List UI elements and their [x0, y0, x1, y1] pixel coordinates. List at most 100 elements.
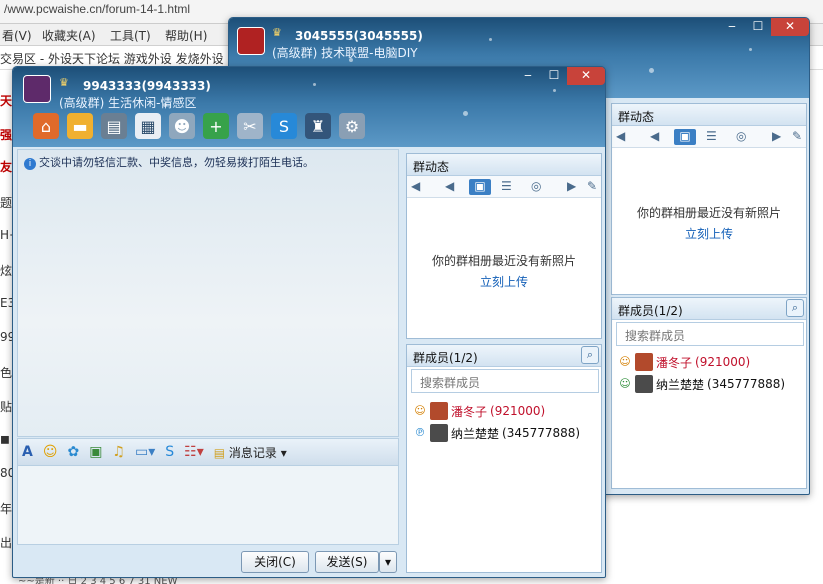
- front-chat-window[interactable]: ♛ 9943333(9943333) (高级群) 生活休闲-情感区 ‒ ☐ ✕ …: [12, 66, 606, 578]
- add-app-icon[interactable]: +: [203, 113, 229, 139]
- send-options-icon[interactable]: ▾: [379, 551, 397, 573]
- back-group-news-panel: 群动态 ◀ ◀ ▣ ☰ ◎ ▶ ✎ 你的群相册最近没有新照片 立刻上传: [611, 103, 807, 295]
- owner-icon: ☺: [619, 355, 631, 368]
- front-member-search-input[interactable]: 搜索群成员: [411, 369, 599, 393]
- member-name: 潘冬子: [656, 355, 693, 370]
- screenshot-icon[interactable]: ▭▾: [135, 444, 155, 460]
- message-input[interactable]: [17, 465, 399, 545]
- target-icon[interactable]: ◎: [736, 129, 746, 143]
- emoji-icon[interactable]: ✿: [67, 444, 79, 460]
- people-icon[interactable]: ☻: [169, 113, 195, 139]
- minimize-icon[interactable]: ‒: [515, 67, 541, 85]
- member-id: (345777888): [502, 426, 581, 440]
- back-empty-photos-text: 你的群相册最近没有新照片: [636, 206, 781, 220]
- main-toolbar: ⌂ ▬ ▤ ▦ ☻ + ✂ S ♜ ⚙: [33, 113, 365, 143]
- front-group-avatar[interactable]: [23, 75, 51, 103]
- front-group-news-tabs: ◀ ◀ ▣ ☰ ◎ ▶ ✎: [407, 176, 601, 198]
- crown-icon: ♛: [59, 76, 69, 89]
- maximize-icon[interactable]: ☐: [745, 18, 771, 36]
- log-icon: ▤: [213, 445, 226, 460]
- message-log-button[interactable]: ▤ 消息记录 ▾: [214, 444, 287, 461]
- front-window-controls: ‒ ☐ ✕: [515, 67, 605, 85]
- back-member-search-input[interactable]: 搜索群成员: [616, 322, 804, 346]
- prev-icon[interactable]: ◀: [616, 129, 625, 143]
- wrench-icon[interactable]: ✎: [792, 129, 802, 143]
- front-group-news-title: 群动态: [407, 154, 601, 176]
- font-icon[interactable]: A: [22, 444, 33, 460]
- member-name: 潘冬子: [451, 404, 488, 419]
- next-icon[interactable]: ▶: [567, 179, 576, 193]
- speaker-icon[interactable]: ◀: [445, 179, 454, 193]
- chat-history-area[interactable]: i 交谈中请勿轻信汇款、中奖信息，勿轻易拨打陌生电话。: [17, 149, 399, 437]
- member-name: 纳兰楚楚: [451, 426, 500, 441]
- member-id: (345777888): [707, 377, 786, 391]
- target-icon[interactable]: ◎: [531, 179, 541, 193]
- photo-icon[interactable]: ▣: [674, 129, 696, 145]
- gear-icon[interactable]: ⚙: [339, 113, 365, 139]
- front-group-subtitle: (高级群) 生活休闲-情感区: [59, 96, 197, 110]
- avatar: [430, 424, 448, 442]
- back-members-title-text: 群成员(1/2): [618, 304, 683, 318]
- avatar: [430, 402, 448, 420]
- card-icon[interactable]: ▦: [135, 113, 161, 139]
- smiley-icon[interactable]: ☺: [43, 444, 58, 460]
- avatar: [635, 375, 653, 393]
- search-icon[interactable]: ⌕: [786, 299, 804, 317]
- menu-favorites[interactable]: 收藏夹(A): [42, 27, 96, 44]
- favorites-item[interactable]: 交易区 - 外设天下论坛 游戏外设 发烧外设: [0, 50, 224, 67]
- member-item[interactable]: ☺ 潘冬子 (921000): [618, 352, 750, 372]
- front-empty-photos-text: 你的群相册最近没有新照片: [431, 254, 576, 268]
- back-group-avatar[interactable]: [237, 27, 265, 55]
- officer-icon[interactable]: ♜: [305, 113, 331, 139]
- speaker-icon[interactable]: ◀: [650, 129, 659, 143]
- list-icon[interactable]: ☰: [706, 129, 717, 143]
- info-icon: i: [24, 158, 36, 170]
- back-window-controls: ‒ ☐ ✕: [719, 18, 809, 36]
- crown-icon: ♛: [272, 26, 282, 39]
- input-toolbar: A ☺ ✿ ▣ ♫ ▭▾ S ☷▾ ▤ 消息记录 ▾: [17, 438, 399, 466]
- back-members-panel: 群成员(1/2) ⌕ 搜索群成员 ☺ 潘冬子 (921000) ☺ 纳兰楚楚 (34…: [611, 297, 807, 489]
- folder-icon[interactable]: ▬: [67, 113, 93, 139]
- front-members-title: 群成员(1/2) ⌕: [407, 345, 601, 367]
- tools-icon[interactable]: ✂: [237, 113, 263, 139]
- maximize-icon[interactable]: ☐: [541, 67, 567, 85]
- photo-icon[interactable]: ▣: [469, 179, 491, 195]
- close-icon[interactable]: ✕: [771, 18, 809, 36]
- music-icon[interactable]: ♫: [112, 444, 125, 460]
- member-id: (921000): [490, 404, 546, 418]
- list-icon[interactable]: ☰: [501, 179, 512, 193]
- back-group-news-title: 群动态: [612, 104, 806, 126]
- front-upload-link[interactable]: 立刻上传: [407, 273, 601, 290]
- prev-icon[interactable]: ◀: [411, 179, 420, 193]
- security-notice-text: 交谈中请勿轻信汇款、中奖信息，勿轻易拨打陌生电话。: [39, 156, 314, 169]
- send-button[interactable]: 发送(S): [315, 551, 379, 573]
- member-item[interactable]: ☺ 纳兰楚楚 (345777888): [618, 374, 785, 394]
- back-group-name: 3045555(3045555): [295, 29, 423, 43]
- front-group-name: 9943333(9943333): [83, 79, 211, 93]
- member-id: (921000): [695, 355, 751, 369]
- menu-tools[interactable]: 工具(T): [110, 27, 151, 44]
- home-icon[interactable]: ⌂: [33, 113, 59, 139]
- member-name: 纳兰楚楚: [656, 377, 705, 392]
- front-members-panel: 群成员(1/2) ⌕ 搜索群成员 ☺ 潘冬子 (921000) ℗ 纳兰楚楚 (34…: [406, 344, 602, 573]
- skype-icon[interactable]: S: [165, 444, 174, 460]
- skype-icon[interactable]: S: [271, 113, 297, 139]
- back-members-title: 群成员(1/2) ⌕: [612, 298, 806, 320]
- close-icon[interactable]: ✕: [567, 67, 605, 85]
- search-icon[interactable]: ⌕: [581, 346, 599, 364]
- next-icon[interactable]: ▶: [772, 129, 781, 143]
- back-upload-link[interactable]: 立刻上传: [612, 225, 806, 242]
- film-icon[interactable]: ▤: [101, 113, 127, 139]
- member-item[interactable]: ℗ 纳兰楚楚 (345777888): [413, 423, 580, 443]
- wrench-icon[interactable]: ✎: [587, 179, 597, 193]
- address-text: www.pcwaishe.cn/forum-14-1.html: [7, 2, 191, 16]
- close-button[interactable]: 关闭(C): [241, 551, 309, 573]
- menu-help[interactable]: 帮助(H): [165, 27, 207, 44]
- menu-view[interactable]: 看(V): [2, 27, 32, 44]
- qq-status-icon: ℗: [414, 426, 426, 439]
- minimize-icon[interactable]: ‒: [719, 18, 745, 36]
- member-item[interactable]: ☺ 潘冬子 (921000): [413, 401, 545, 421]
- image-icon[interactable]: ▣: [89, 444, 102, 460]
- front-members-title-text: 群成员(1/2): [413, 351, 478, 365]
- apps-icon[interactable]: ☷▾: [184, 444, 204, 460]
